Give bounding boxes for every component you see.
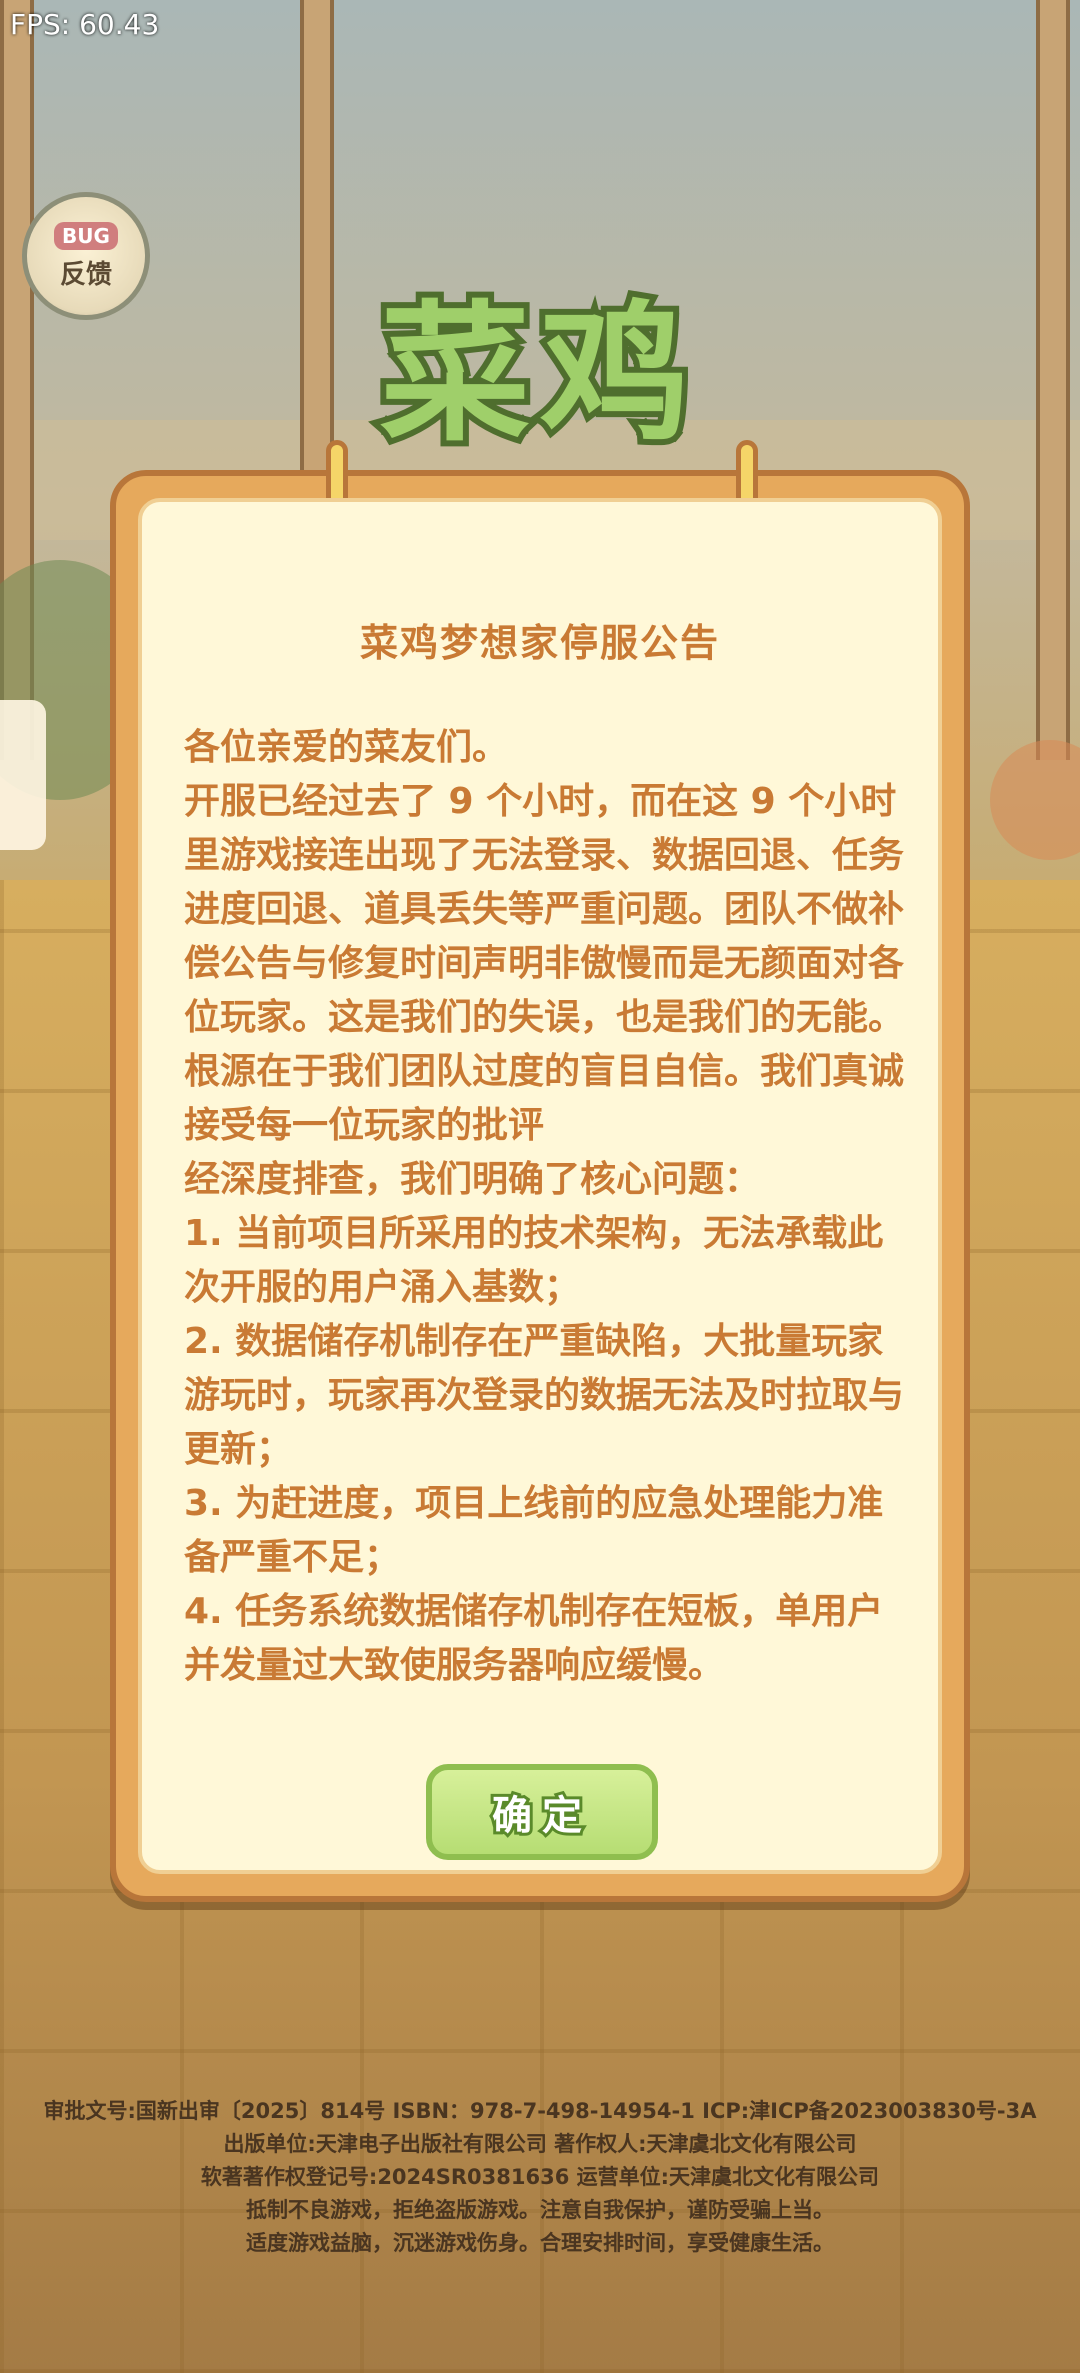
logo-text: 菜鸡 xyxy=(374,288,700,462)
notice-dialog: 菜鸡梦想家停服公告 各位亲爱的菜友们。 开服已经过去了 9 个小时，而在这 9 … xyxy=(110,440,970,1902)
notice-line: 开服已经过去了 9 个小时，而在这 9 个小时里游戏接连出现了无法登录、数据回退… xyxy=(184,781,905,1146)
fps-counter: FPS: 60.43 xyxy=(10,8,160,41)
notice-line: 2. 数据储存机制存在严重缺陷，大批量玩家游玩时，玩家再次登录的数据无法及时拉取… xyxy=(184,1321,905,1470)
notice-line: 3. 为赶进度，项目上线前的应急处理能力准备严重不足； xyxy=(184,1483,884,1578)
feedback-label: 反馈 xyxy=(59,259,112,290)
notice-line: 经深度排查，我们明确了核心问题： xyxy=(184,1159,761,1200)
footer-line: 审批文号:国新出审〔2025〕814号 ISBN：978-7-498-14954… xyxy=(43,2099,1037,2123)
bug-tag: BUG xyxy=(54,221,118,250)
flower-decoration xyxy=(990,740,1080,860)
footer-line: 适度游戏益脑，沉迷游戏伤身。合理安排时间，享受健康生活。 xyxy=(246,2231,834,2255)
footer-line: 出版单位:天津电子出版社有限公司 著作权人:天津虞北文化有限公司 xyxy=(223,2132,857,2156)
side-tab[interactable] xyxy=(0,700,46,850)
notice-line: 1. 当前项目所采用的技术架构，无法承载此次开服的用户涌入基数； xyxy=(184,1213,884,1308)
confirm-label: 确定 xyxy=(489,1790,592,1842)
bug-feedback-button[interactable]: BUG 反馈 xyxy=(22,192,150,320)
notice-body: 各位亲爱的菜友们。 开服已经过去了 9 个小时，而在这 9 个小时里游戏接连出现… xyxy=(184,721,914,1693)
game-logo: 菜鸡 xyxy=(315,270,765,480)
legal-footer: 审批文号:国新出审〔2025〕814号 ISBN：978-7-498-14954… xyxy=(0,2095,1080,2260)
notice-line: 4. 任务系统数据储存机制存在短板，单用户并发量过大致使服务器响应缓慢。 xyxy=(184,1591,884,1686)
footer-line: 软著著作权登记号:2024SR0381636 运营单位:天津虞北文化有限公司 xyxy=(200,2165,880,2189)
notice-title: 菜鸡梦想家停服公告 xyxy=(359,621,720,665)
notice-line: 各位亲爱的菜友们。 xyxy=(184,727,509,768)
confirm-button[interactable]: 确定 xyxy=(426,1764,658,1860)
footer-line: 抵制不良游戏，拒绝盗版游戏。注意自我保护，谨防受骗上当。 xyxy=(246,2198,834,2222)
window-post xyxy=(1036,0,1070,760)
